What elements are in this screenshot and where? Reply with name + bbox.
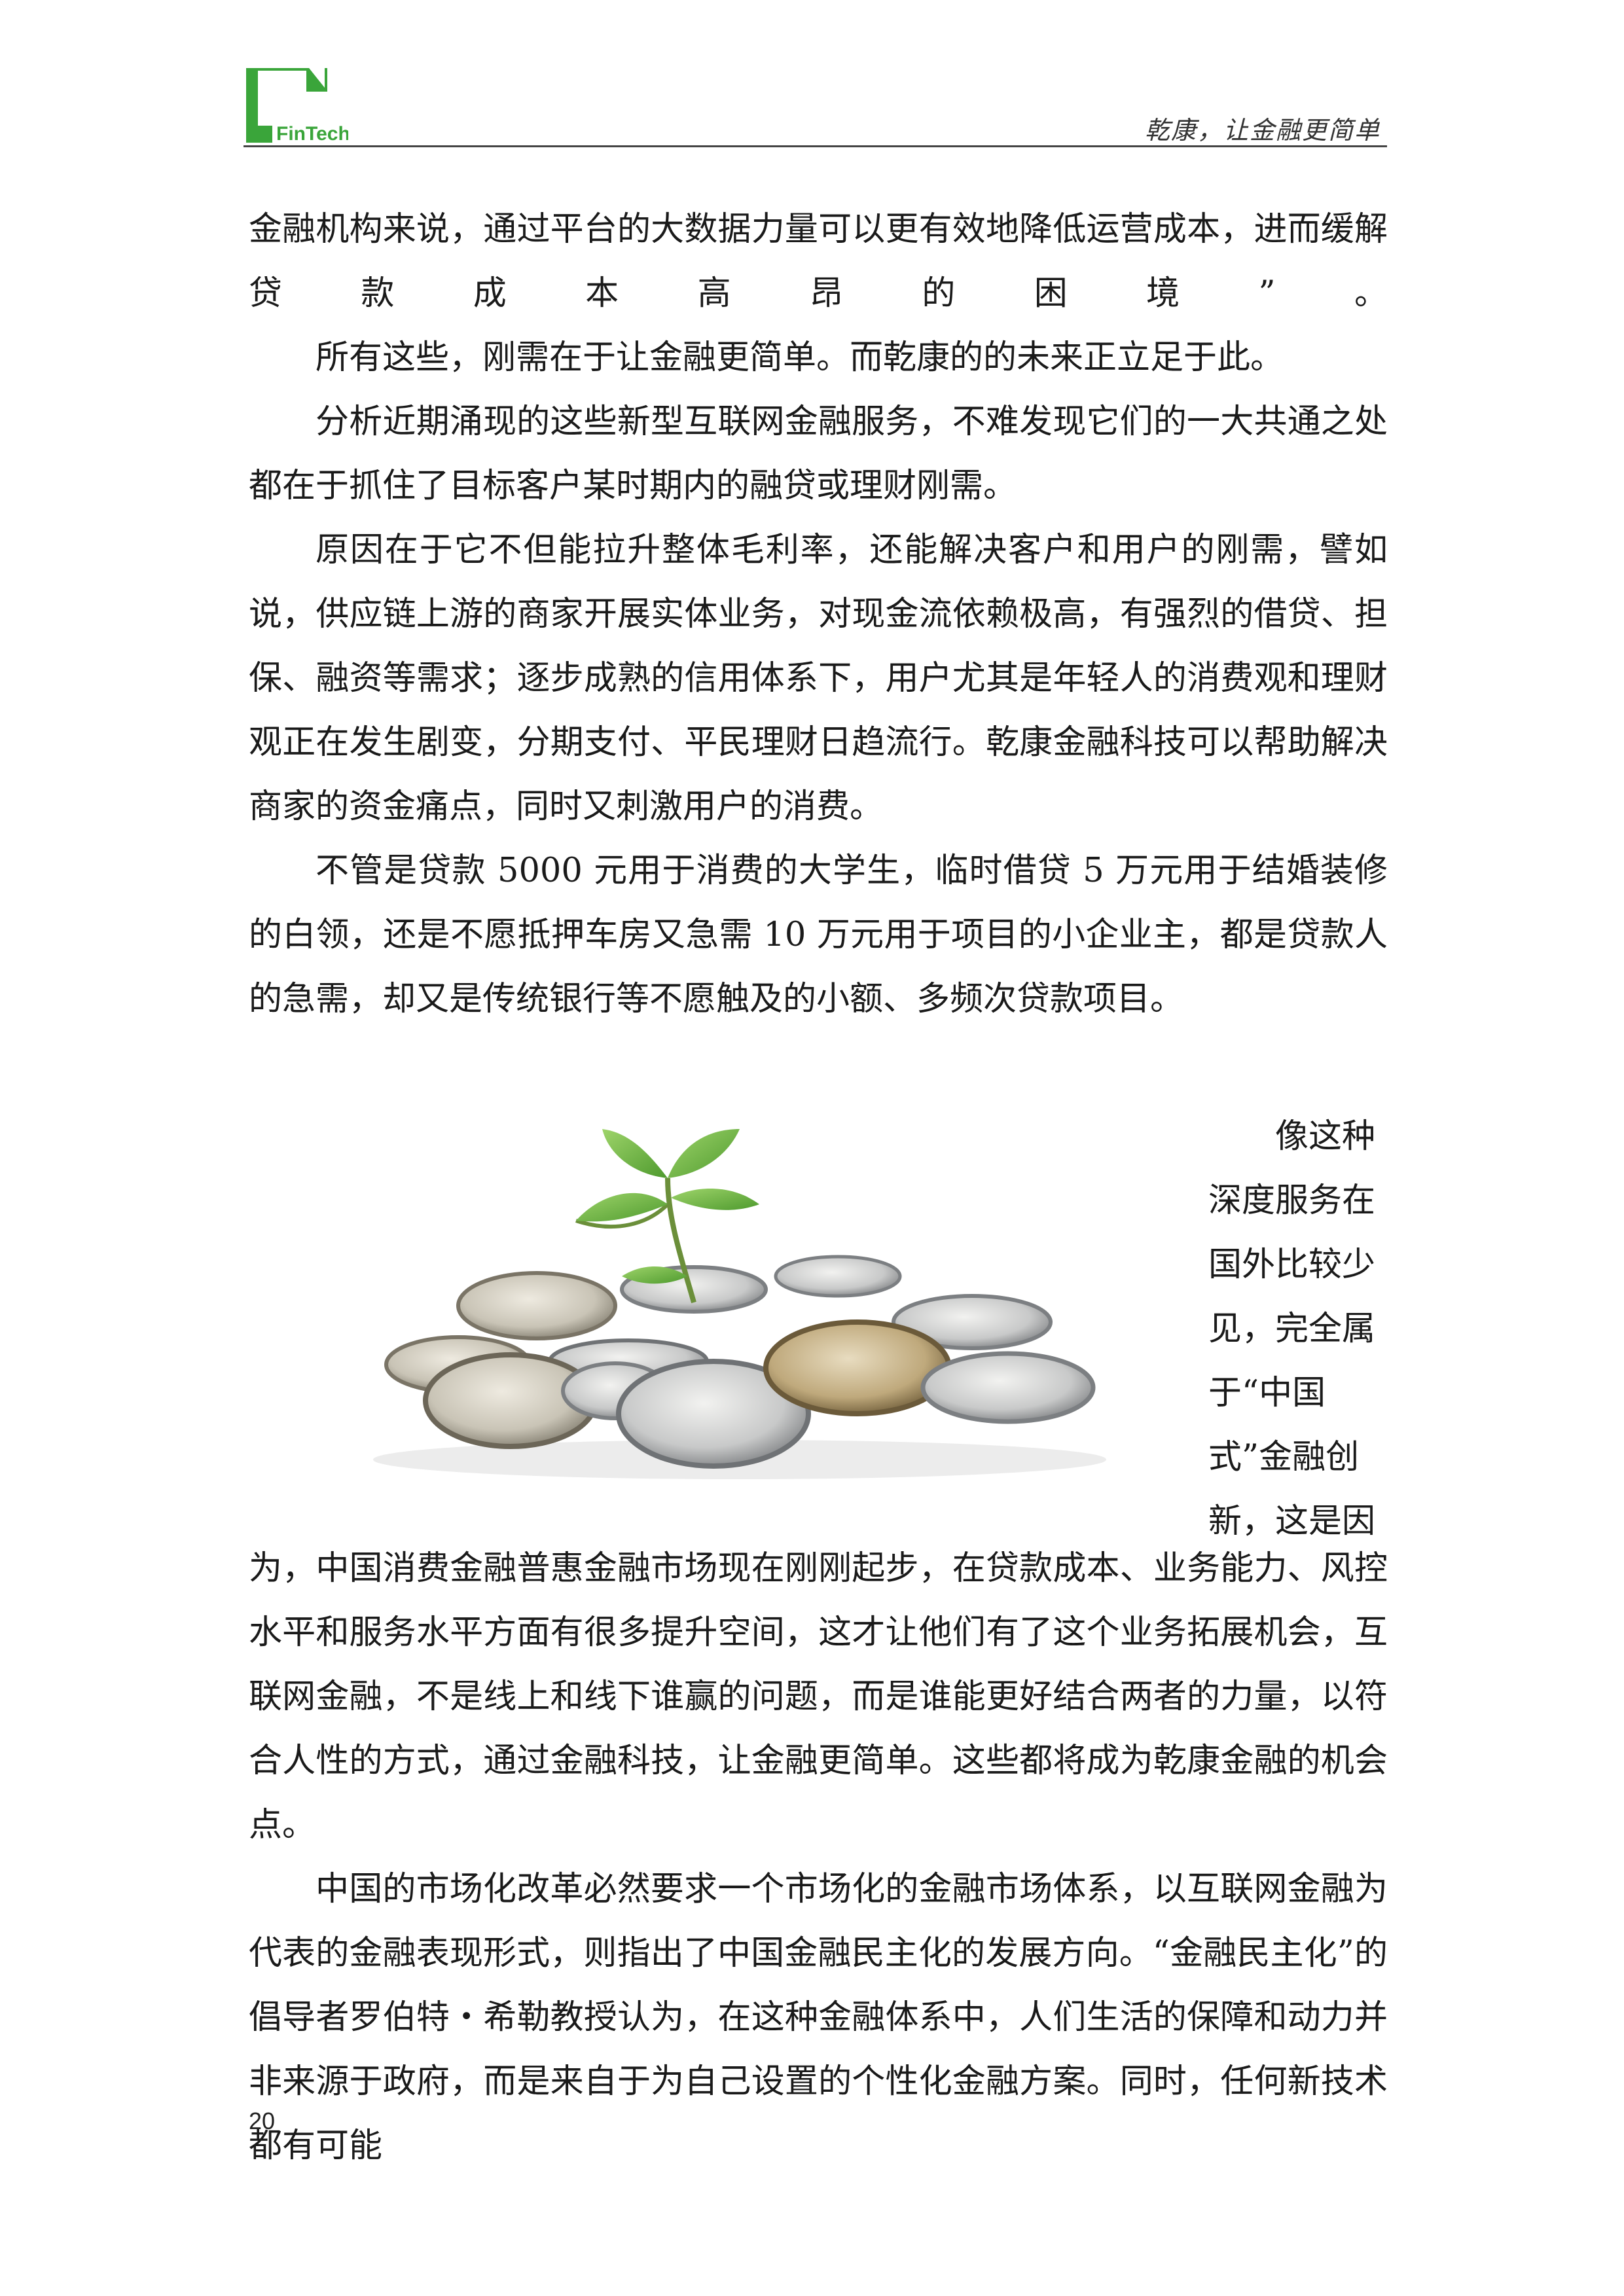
header-slogan: 乾康，让金融更简单	[1144, 116, 1380, 145]
paragraph: 金融机构来说，通过平台的大数据力量可以更有效地降低运营成本，进而缓解贷款成本高昂…	[249, 210, 1388, 313]
body-text-top: 金融机构来说，通过平台的大数据力量可以更有效地降低运营成本，进而缓解贷款成本高昂…	[249, 198, 1388, 1031]
side-text-column: 像这种 深度服务在 国外比较少 见，完全属 于“中国 式”金融创 新，这是因	[1208, 1105, 1392, 1554]
paragraph: 所有这些，刚需在于让金融更简单。而乾康的的未来正立足于此。	[316, 338, 1284, 377]
header-divider	[244, 145, 1387, 147]
coins-sprout-image	[340, 1106, 1139, 1486]
body-text-bottom: 为，中国消费金融普惠金融市场现在刚刚起步，在贷款成本、业务能力、风控水平和服务水…	[249, 1537, 1388, 2178]
paragraph: 原因在于它不但能拉升整体毛利率，还能解决客户和用户的刚需，譬如说，供应链上游的商…	[249, 531, 1388, 826]
paragraph: 不管是贷款 5000 元用于消费的大学生，临时借贷 5 万元用于结婚装修的白领，…	[249, 852, 1388, 1018]
paragraph: 中国的市场化改革必然要求一个市场化的金融市场体系，以互联网金融为代表的金融表现形…	[249, 1870, 1388, 2165]
side-line: 国外比较少	[1208, 1246, 1376, 1284]
logo-text: FinTech	[276, 123, 348, 145]
side-line: 式”金融创	[1208, 1438, 1360, 1477]
paragraph: 分析近期涌现的这些新型互联网金融服务，不难发现它们的一大共通之处都在于抓住了目标…	[249, 403, 1388, 505]
paragraph: 为，中国消费金融普惠金融市场现在刚刚起步，在贷款成本、业务能力、风控水平和服务水…	[249, 1549, 1388, 1844]
side-line: 见，完全属	[1208, 1310, 1376, 1348]
side-line: 深度服务在	[1208, 1181, 1376, 1220]
page-number: 20	[249, 2108, 276, 2134]
side-line: 像这种	[1275, 1117, 1376, 1156]
fintech-logo: FinTech	[244, 65, 350, 145]
side-line: 于“中国	[1208, 1374, 1326, 1412]
